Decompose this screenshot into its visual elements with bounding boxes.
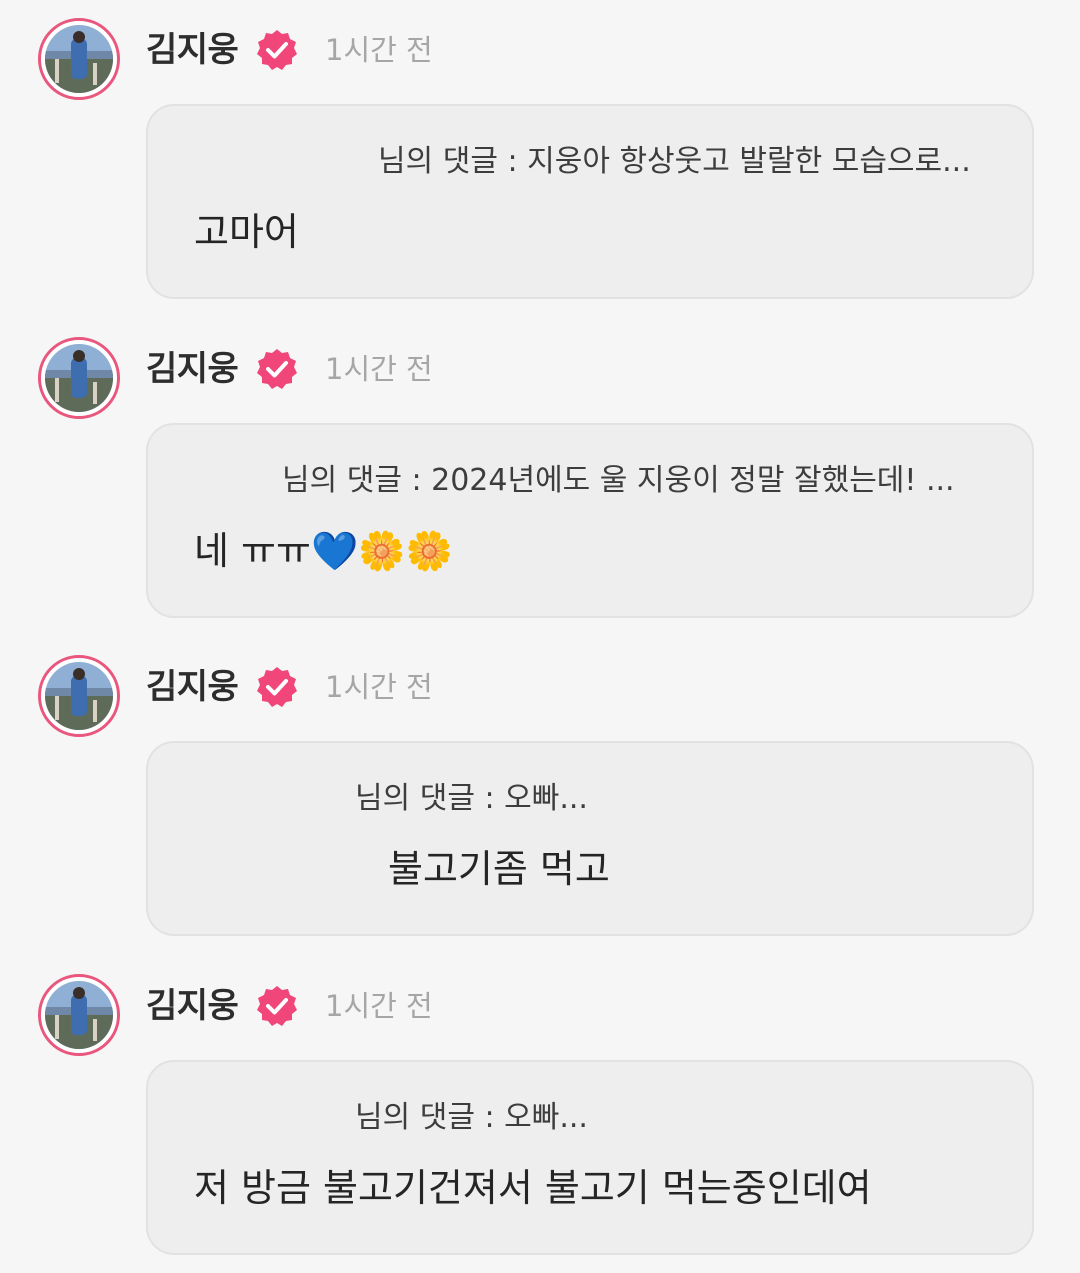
reply-text: 네 ㅠㅠ💙🌼🌼 <box>194 529 453 573</box>
avatar[interactable] <box>38 974 120 1056</box>
verified-badge-icon <box>257 30 297 70</box>
author-name[interactable]: 김지웅 <box>146 663 239 711</box>
timestamp: 1시간 전 <box>325 989 433 1023</box>
avatar-photo <box>45 981 113 1049</box>
author-name[interactable]: 김지웅 <box>146 982 239 1030</box>
avatar[interactable] <box>38 18 120 100</box>
quoted-comment: 님의 댓글 : 2024년에도 울 지웅이 정말 잘했는데! ... <box>282 463 955 498</box>
quoted-comment: 님의 댓글 : 지웅아 항상웃고 발랄한 모습으로... <box>378 144 971 179</box>
avatar[interactable] <box>38 337 120 419</box>
comment-item: 김지웅 1시간 전 님의 댓글 : 지웅아 항상웃고 발랄한 모습으로... 고… <box>0 0 1080 300</box>
quoted-comment: 님의 댓글 : 오빠... <box>355 1100 588 1135</box>
author-name[interactable]: 김지웅 <box>146 26 239 74</box>
comment-item: 김지웅 1시간 전 님의 댓글 : 오빠... 저 방금 불고기건져서 불고기 … <box>0 956 1080 1256</box>
timestamp: 1시간 전 <box>325 352 433 386</box>
avatar[interactable] <box>38 655 120 737</box>
timestamp: 1시간 전 <box>325 33 433 67</box>
avatar-photo <box>45 662 113 730</box>
comment-feed: 김지웅 1시간 전 님의 댓글 : 지웅아 항상웃고 발랄한 모습으로... 고… <box>0 0 1080 1273</box>
comment-item: 김지웅 1시간 전 님의 댓글 : 2024년에도 울 지웅이 정말 잘했는데!… <box>0 319 1080 619</box>
reply-bubble[interactable]: 님의 댓글 : 오빠... 불고기좀 먹고 <box>146 741 1034 936</box>
avatar-photo <box>45 344 113 412</box>
reply-text: 저 방금 불고기건져서 불고기 먹는중인데여 <box>194 1166 872 1210</box>
comment-item: 김지웅 1시간 전 님의 댓글 : 오빠... 불고기좀 먹고 <box>0 637 1080 937</box>
author-name[interactable]: 김지웅 <box>146 345 239 393</box>
verified-badge-icon <box>257 986 297 1026</box>
reply-text: 고마어 <box>194 210 299 254</box>
reply-bubble[interactable]: 님의 댓글 : 2024년에도 울 지웅이 정말 잘했는데! ... 네 ㅠㅠ💙… <box>146 423 1034 618</box>
quoted-comment: 님의 댓글 : 오빠... <box>355 781 588 816</box>
reply-text: 불고기좀 먹고 <box>388 847 610 891</box>
timestamp: 1시간 전 <box>325 670 433 704</box>
reply-bubble[interactable]: 님의 댓글 : 오빠... 저 방금 불고기건져서 불고기 먹는중인데여 <box>146 1060 1034 1255</box>
reply-bubble[interactable]: 님의 댓글 : 지웅아 항상웃고 발랄한 모습으로... 고마어 <box>146 104 1034 299</box>
verified-badge-icon <box>257 667 297 707</box>
avatar-photo <box>45 25 113 93</box>
verified-badge-icon <box>257 349 297 389</box>
